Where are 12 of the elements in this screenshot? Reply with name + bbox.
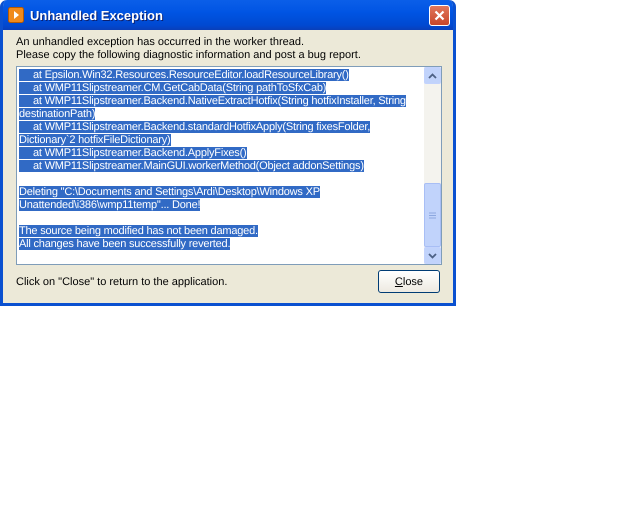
- scroll-thumb[interactable]: [424, 183, 441, 247]
- window-title: Unhandled Exception: [30, 8, 164, 22]
- scroll-bar[interactable]: [424, 67, 441, 264]
- play-icon: [8, 7, 24, 23]
- message-text: Please copy the following diagnostic information and post a bug report.: [16, 49, 362, 62]
- scroll-up-icon[interactable]: [424, 67, 441, 84]
- close-icon[interactable]: [429, 4, 450, 26]
- scroll-down-icon[interactable]: [424, 247, 441, 264]
- footer-text: Click on "Close" to return to the application.: [16, 276, 228, 288]
- close-button[interactable]: Close: [378, 270, 440, 293]
- details-text-box[interactable]: [16, 66, 442, 265]
- message-text: An unhandled exception has occurred in the worker thread.: [16, 36, 306, 49]
